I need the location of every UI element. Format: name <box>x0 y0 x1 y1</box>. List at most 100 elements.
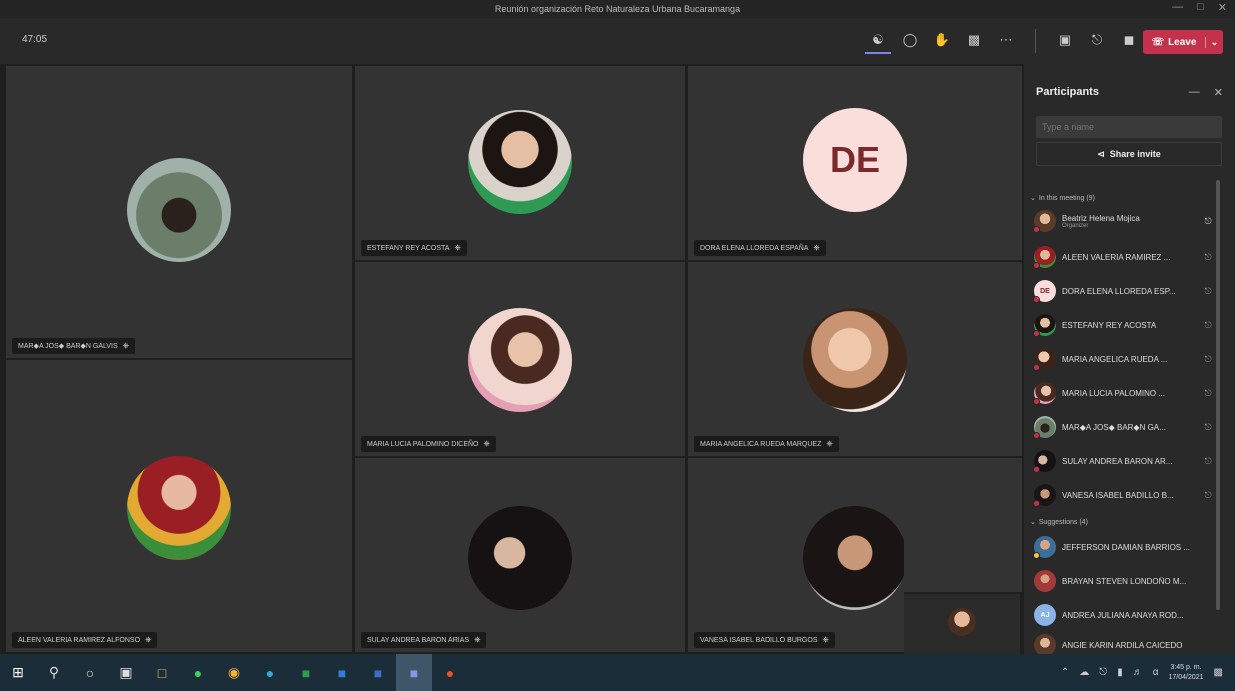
panel-title: Participants <box>1036 86 1099 98</box>
presence-icon <box>1033 398 1040 405</box>
maximize-icon[interactable]: □ <box>1197 1 1204 14</box>
window-controls: — □ ✕ <box>1172 1 1227 14</box>
search-icon[interactable]: ⚲ <box>36 654 72 691</box>
pin-icon: ⎈ <box>454 243 461 252</box>
tile-nameplate: MAR◆A JOS◆ BAR◆N GALVIS ⎈ <box>12 338 136 354</box>
mic-icon: ⎋ <box>1204 215 1212 226</box>
more-icon[interactable]: ⋯ <box>993 28 1019 54</box>
share-icon: ⊲ <box>1097 148 1105 159</box>
raise-hand-icon[interactable]: ✋ <box>929 28 955 54</box>
file-explorer-icon[interactable]: □ <box>144 654 180 691</box>
participant-initials-avatar: DE <box>803 108 907 212</box>
chrome-icon[interactable]: ◉ <box>216 654 252 691</box>
video-tile[interactable]: SULAY ANDREA BARON ARIAS ⎈ <box>355 458 685 652</box>
share-screen-icon[interactable]: ◼ <box>1116 28 1142 54</box>
suggestion-row[interactable]: JEFFERSON DAMIAN BARRIOS ... <box>1033 532 1214 562</box>
onedrive-icon[interactable]: ☁ <box>1079 667 1089 678</box>
participant-photo <box>468 506 572 610</box>
presence-icon <box>1033 432 1040 439</box>
app-icon[interactable]: ● <box>432 654 468 691</box>
presence-icon <box>1033 500 1040 507</box>
excel-icon[interactable]: ■ <box>288 654 324 691</box>
participant-row[interactable]: MARIA LUCIA PALOMINO ... ⎋ <box>1033 378 1214 408</box>
participant-avatar <box>1033 382 1056 405</box>
self-avatar <box>948 608 976 636</box>
participant-row[interactable]: ESTEFANY REY ACOSTA ⎋ <box>1033 310 1214 340</box>
tile-nameplate: ESTEFANY REY ACOSTA ⎈ <box>361 240 467 256</box>
video-tile[interactable]: ALEEN VALERIA RAMIREZ ALFONSO ⎈ <box>6 360 352 652</box>
participant-row[interactable]: VANESA ISABEL BADILLO B... ⎋ <box>1033 480 1214 510</box>
video-tile[interactable]: MARIA ANGELICA RUEDA MARQUEZ ⎈ <box>688 262 1022 456</box>
toolbar-divider <box>1035 29 1036 53</box>
in-meeting-section-header[interactable]: ⌄ In this meeting (9) <box>1030 194 1095 203</box>
suggestion-row[interactable]: BRAYAN STEVEN LONDOÑO M... <box>1034 566 1214 596</box>
mic-muted-icon: ⎋ <box>1204 251 1212 262</box>
video-tile[interactable]: DE DORA ELENA LLOREDA ESPAÑA ⎈ <box>688 66 1022 260</box>
task-view-icon[interactable]: ▣ <box>108 654 144 691</box>
participant-row[interactable]: ALEEN VALERIA RAMIREZ ... ⎋ <box>1033 242 1214 272</box>
leave-button[interactable]: ☏ Leave ⌄ <box>1143 30 1223 54</box>
participant-avatar <box>1033 210 1056 233</box>
pin-icon: ⎈ <box>483 439 490 448</box>
participant-photo <box>127 456 231 560</box>
video-tile[interactable]: ESTEFANY REY ACOSTA ⎈ <box>355 66 685 260</box>
close-icon[interactable]: ✕ <box>1214 86 1223 99</box>
participants-icon[interactable]: ☯ <box>865 28 891 54</box>
tile-nameplate: VANESA ISABEL BADILLO BURGOS ⎈ <box>694 632 835 648</box>
cortana-icon[interactable]: ○ <box>72 654 108 691</box>
suggestion-row[interactable]: AJ ANDREA JULIANA ANAYA ROD... <box>1034 600 1214 630</box>
participant-initials-avatar: AJ <box>1034 604 1056 626</box>
chat-icon[interactable]: ◯ <box>897 28 923 54</box>
word-icon[interactable]: ■ <box>360 654 396 691</box>
presence-icon <box>1033 466 1040 473</box>
pop-out-icon[interactable]: — <box>1189 86 1200 99</box>
video-tile[interactable]: VANESA ISABEL BADILLO BURGOS ⎈ <box>688 458 904 652</box>
presence-icon <box>1033 226 1040 233</box>
participant-row[interactable]: MAR◆A JOS◆ BAR◆N GA... ⎋ <box>1033 412 1214 442</box>
video-stage: MAR◆A JOS◆ BAR◆N GALVIS ⎈ ALEEN VALERIA R… <box>0 64 1022 691</box>
teams-icon[interactable]: ■ <box>396 654 432 691</box>
video-tile[interactable]: MARIA LUCIA PALOMINO DICEÑO ⎈ <box>355 262 685 456</box>
participant-search-input[interactable] <box>1036 116 1222 138</box>
notifications-icon[interactable]: ▩ <box>1214 667 1223 678</box>
battery-icon[interactable]: ▮ <box>1117 667 1123 678</box>
participant-row[interactable]: DE DORA ELENA LLOREDA ESP... ⎋ <box>1033 276 1214 306</box>
presence-icon <box>1033 296 1040 303</box>
pin-icon: ⎈ <box>145 635 152 644</box>
phone-icon: ☏ <box>1151 36 1165 48</box>
participant-row[interactable]: Beatriz Helena Mojica Organizer ⎋ <box>1033 206 1214 236</box>
whatsapp-icon[interactable]: ● <box>180 654 216 691</box>
system-tray: ⌃ ☁ ⎋ ▮ ♬ α 3:45 p. m. 17/04/2021 ▩ <box>1061 654 1223 691</box>
presence-icon <box>1033 262 1040 269</box>
microphone-tray-icon[interactable]: ⎋ <box>1099 667 1107 678</box>
tile-nameplate: DORA ELENA LLOREDA ESPAÑA ⎈ <box>694 240 826 256</box>
participant-photo <box>468 308 572 412</box>
pin-icon: ⎈ <box>122 341 130 350</box>
chevron-up-icon[interactable]: ⌃ <box>1061 667 1069 678</box>
video-tile[interactable]: MAR◆A JOS◆ BAR◆N GALVIS ⎈ <box>6 66 352 358</box>
chevron-down-icon: ⌄ <box>1030 195 1036 202</box>
mic-muted-icon: ⎋ <box>1204 319 1212 330</box>
edge-icon[interactable]: ● <box>252 654 288 691</box>
mic-muted-icon: ⎋ <box>1204 489 1212 500</box>
participant-initials-avatar: DE <box>1033 280 1056 303</box>
share-invite-button[interactable]: ⊲ Share invite <box>1036 142 1222 166</box>
minimize-icon[interactable]: — <box>1172 1 1183 14</box>
mic-icon[interactable]: ⎋ <box>1084 28 1110 54</box>
camera-icon[interactable]: ▣ <box>1052 28 1078 54</box>
volume-icon[interactable]: ♬ <box>1133 667 1143 678</box>
participant-avatar <box>1033 484 1056 507</box>
outlook-icon[interactable]: ■ <box>324 654 360 691</box>
participant-row[interactable]: MARIA ANGELICA RUEDA ... ⎋ <box>1033 344 1214 374</box>
panel-scrollbar[interactable] <box>1216 180 1220 610</box>
mic-muted-icon: ⎋ <box>1204 285 1212 296</box>
participant-row[interactable]: SULAY ANDREA BARON AR... ⎋ <box>1033 446 1214 476</box>
share-tray-icon[interactable]: ▩ <box>961 28 987 54</box>
windows-icon[interactable]: ⊞ <box>0 654 36 691</box>
windows-taskbar: ⊞ ⚲ ○ ▣ □ ● ◉ ● ■ ■ ■ ■ ● ⌃ ☁ ⎋ ▮ ♬ α 3:… <box>0 654 1235 691</box>
taskbar-clock[interactable]: 3:45 p. m. 17/04/2021 <box>1169 663 1204 683</box>
close-icon[interactable]: ✕ <box>1218 1 1227 14</box>
suggestions-section-header[interactable]: ⌄ Suggestions (4) <box>1030 518 1088 527</box>
chevron-down-icon[interactable]: ⌄ <box>1205 36 1223 48</box>
language-icon[interactable]: α <box>1153 667 1159 678</box>
